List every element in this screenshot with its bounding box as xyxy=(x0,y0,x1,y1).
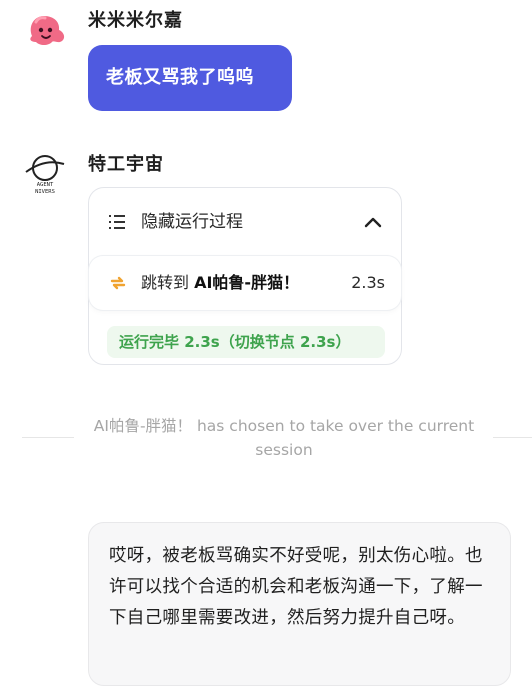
bot-avatar: AGENT NIVERS xyxy=(20,148,70,198)
notice-divider-left xyxy=(22,437,74,438)
run-card-header[interactable]: 隐藏运行过程 xyxy=(89,188,401,256)
user-message-bubble: 老板又骂我了呜呜 xyxy=(88,45,292,111)
user-name: 米米米尔嘉 xyxy=(88,10,183,31)
run-process-card: 隐藏运行过程 跳转到 AI帕鲁-胖猫！ 2.3s 运行完毕 2.3s（切换节点 … xyxy=(88,187,402,365)
user-avatar xyxy=(22,8,68,54)
chevron-up-icon[interactable] xyxy=(363,212,383,232)
takeover-notice: AI帕鲁-胖猫！ has chosen to take over the cur… xyxy=(93,417,475,459)
bot-avatar-text-1: AGENT xyxy=(37,182,54,188)
switch-arrows-icon xyxy=(109,274,127,292)
run-step-prefix: 跳转到 xyxy=(141,273,195,292)
notice-divider-right xyxy=(493,437,532,438)
run-step-text: 跳转到 AI帕鲁-胖猫！ xyxy=(141,270,299,296)
run-step-target: AI帕鲁-胖猫！ xyxy=(194,273,300,292)
run-step-duration: 2.3s xyxy=(351,273,385,292)
run-card-title: 隐藏运行过程 xyxy=(141,212,243,232)
list-icon xyxy=(109,214,125,229)
bot-avatar-text-2: NIVERS xyxy=(35,189,55,195)
run-step-row: 跳转到 AI帕鲁-胖猫！ 2.3s xyxy=(89,256,401,310)
bot-reply-bubble: 哎呀，被老板骂确实不好受呢，别太伤心啦。也许可以找个合适的机会和老板沟通一下，了… xyxy=(88,522,511,686)
bot-name: 特工宇宙 xyxy=(88,154,164,175)
run-status-badge: 运行完毕 2.3s（切换节点 2.3s） xyxy=(107,326,385,358)
